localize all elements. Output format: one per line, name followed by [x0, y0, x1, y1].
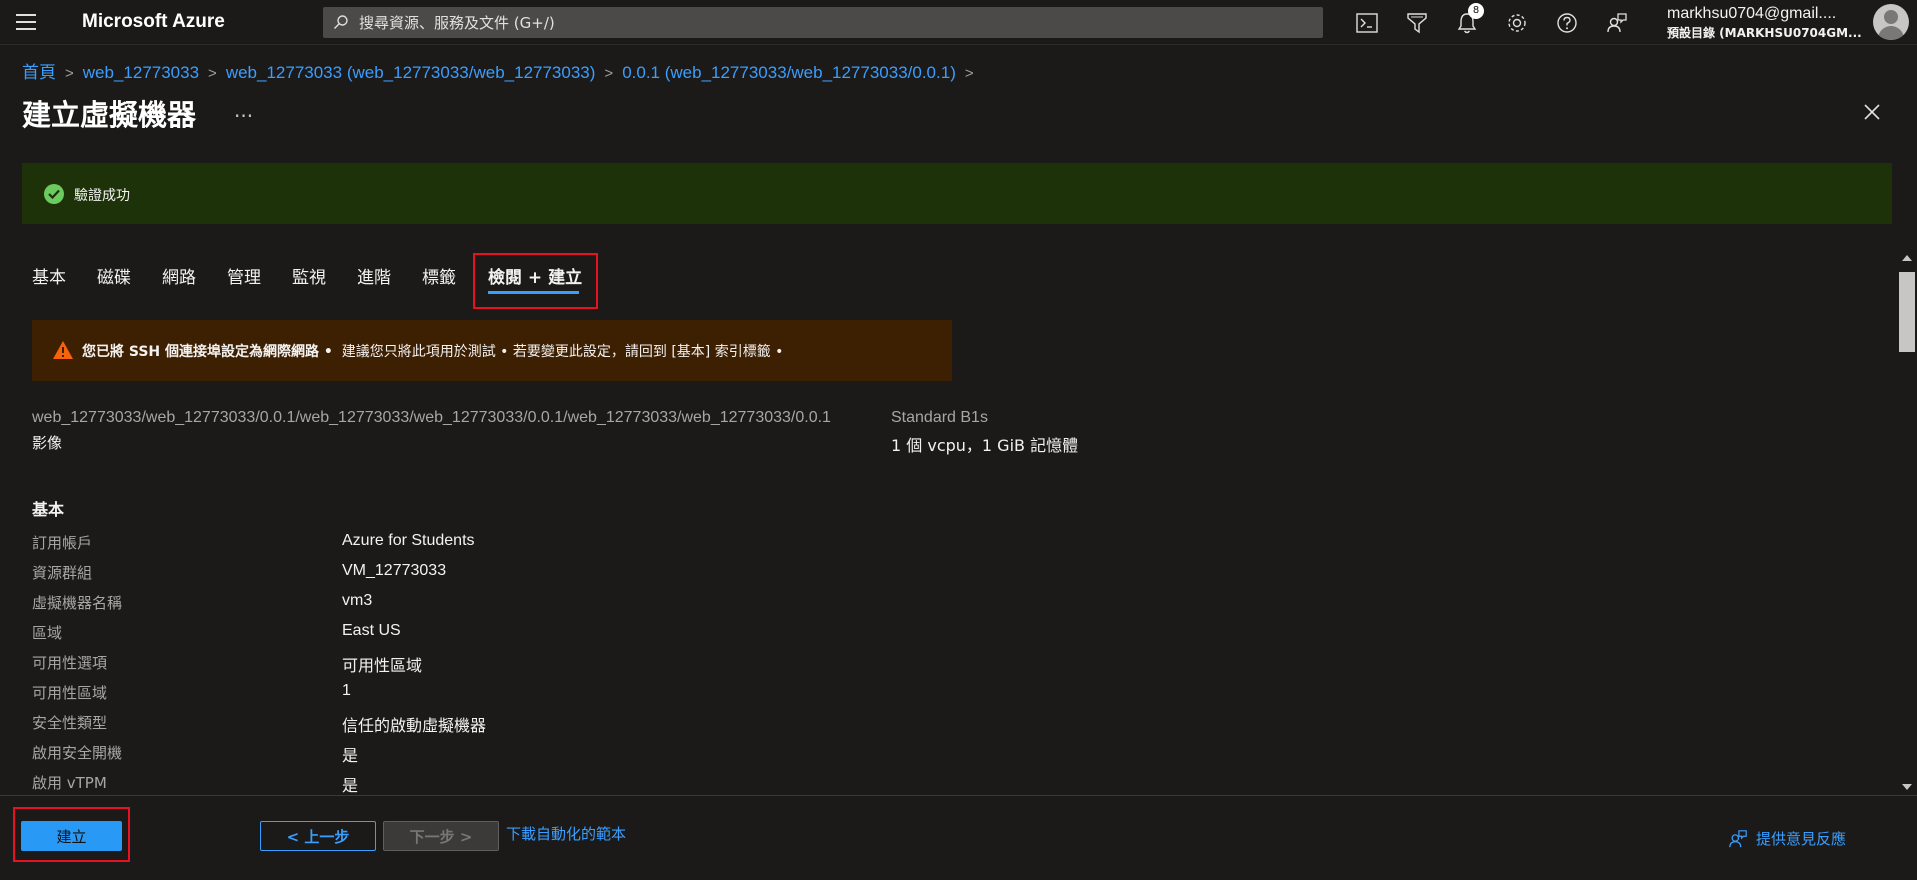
detail-key: 啟用 vTPM	[32, 774, 107, 792]
success-check-icon	[44, 184, 64, 204]
breadcrumb: 首頁 > web_12773033 > web_12773033 (web_127730…	[22, 58, 983, 83]
settings-gear-icon[interactable]	[1502, 8, 1532, 38]
detail-key: 可用性區域	[32, 684, 108, 702]
breadcrumb-item[interactable]: web_12773033 (web_12773033/web_12773033)	[226, 63, 596, 82]
vm-size-name: Standard B1s	[891, 409, 988, 426]
chevron-right-icon: >	[964, 65, 974, 82]
detail-row: 區域 East US	[32, 622, 1132, 652]
search-icon	[334, 15, 348, 29]
feedback-link[interactable]: 提供意見反應	[1728, 828, 1846, 849]
ssh-warning-banner: 您已將 SSH 個連接埠設定為網際網路 • 建議您只將此項用於測試 • 若要變更…	[32, 320, 952, 381]
vm-size-spec: 1 個 vcpu，1 GiB 記憶體	[891, 436, 1079, 455]
tab-networking[interactable]: 網路	[162, 263, 196, 288]
help-icon[interactable]	[1552, 8, 1582, 38]
detail-value: 是	[342, 778, 359, 795]
warning-icon	[53, 341, 73, 359]
detail-value: vm3	[342, 592, 373, 609]
tab-tags[interactable]: 標籤	[422, 263, 456, 288]
detail-value: Azure for Students	[342, 532, 475, 549]
notifications-bell-icon[interactable]: 8	[1452, 3, 1484, 38]
content-scrollbar[interactable]	[1897, 250, 1917, 795]
cloud-shell-icon[interactable]	[1352, 8, 1382, 38]
warning-text: 建議您只將此項用於測試 • 若要變更此設定，請回到 [基本] 索引標籤 •	[341, 344, 784, 360]
detail-key: 可用性選項	[32, 654, 108, 672]
tab-highlight-box	[473, 253, 598, 309]
detail-key: 區域	[32, 624, 63, 642]
create-button[interactable]: 建立	[21, 821, 122, 851]
detail-row: 可用性選項 可用性區域	[32, 652, 1132, 682]
detail-value: East US	[342, 622, 401, 639]
next-button: 下一步 >	[383, 821, 499, 851]
detail-row: 安全性類型 信任的啟動虛擬機器	[32, 712, 1132, 742]
validation-success-banner: 驗證成功	[22, 163, 1892, 224]
tab-basics[interactable]: 基本	[32, 263, 66, 288]
scroll-down-icon[interactable]	[1902, 784, 1912, 790]
tab-monitoring[interactable]: 監視	[292, 263, 326, 288]
top-bar: Microsoft Azure 8 markhsu0704@gmail.... …	[0, 0, 1917, 45]
detail-key: 訂用帳戶	[32, 534, 93, 552]
chevron-right-icon: >	[208, 65, 217, 82]
directory-filter-icon[interactable]	[1402, 8, 1432, 38]
detail-key: 安全性類型	[32, 714, 108, 732]
image-label: 影像	[32, 434, 63, 452]
breadcrumb-item[interactable]: 0.0.1 (web_12773033/web_12773033/0.0.1)	[622, 63, 956, 82]
detail-row: 訂用帳戶 Azure for Students	[32, 532, 1132, 562]
feedback-person-icon[interactable]	[1602, 8, 1632, 38]
brand-logo[interactable]: Microsoft Azure	[82, 11, 225, 33]
breadcrumb-item[interactable]: web_12773033	[83, 63, 199, 82]
breadcrumb-home[interactable]: 首頁	[22, 63, 56, 82]
detail-key: 啟用安全開機	[32, 744, 123, 762]
page-title: 建立虛擬機器	[22, 98, 197, 132]
detail-value: 1	[342, 682, 351, 699]
detail-row: 虛擬機器名稱 vm3	[32, 592, 1132, 622]
basics-details-list: 訂用帳戶 Azure for Students 資源群組 VM_12773033 虛…	[32, 532, 1132, 802]
detail-value: 信任的啟動虛擬機器	[342, 718, 487, 735]
previous-button[interactable]: < 上一步	[260, 821, 376, 851]
more-options-icon[interactable]: ...	[234, 98, 253, 122]
global-search[interactable]	[323, 7, 1323, 38]
account-menu[interactable]: markhsu0704@gmail.... 預設目錄 (MARKHSU0704G…	[1667, 5, 1867, 41]
chevron-right-icon: >	[65, 65, 74, 82]
detail-value: 是	[342, 748, 359, 765]
account-email: markhsu0704@gmail....	[1667, 5, 1837, 22]
search-input[interactable]	[359, 10, 1309, 35]
download-template-link[interactable]: 下載自動化的範本	[506, 823, 626, 844]
detail-value: VM_12773033	[342, 562, 447, 579]
detail-value: 可用性區域	[342, 658, 423, 675]
account-directory: 預設目錄 (MARKHSU0704GM...	[1667, 26, 1862, 40]
detail-row: 可用性區域 1	[32, 682, 1132, 712]
feedback-person-icon	[1729, 829, 1747, 847]
detail-row: 資源群組 VM_12773033	[32, 562, 1132, 592]
detail-key: 資源群組	[32, 564, 93, 582]
hamburger-menu-icon[interactable]	[16, 14, 36, 30]
scrollbar-thumb[interactable]	[1899, 272, 1915, 352]
tab-advanced[interactable]: 進階	[357, 263, 391, 288]
detail-row: 啟用安全開機 是	[32, 742, 1132, 772]
detail-key: 虛擬機器名稱	[32, 594, 123, 612]
scroll-up-icon[interactable]	[1902, 255, 1912, 261]
tab-disks[interactable]: 磁碟	[97, 263, 131, 288]
close-icon[interactable]	[1860, 100, 1884, 124]
tab-management[interactable]: 管理	[227, 263, 261, 288]
chevron-right-icon: >	[604, 65, 614, 82]
avatar[interactable]	[1873, 4, 1909, 40]
validation-message: 驗證成功	[74, 188, 130, 204]
feedback-label: 提供意見反應	[1756, 830, 1847, 848]
image-path: web_12773033/web_12773033/0.0.1/web_1277…	[32, 409, 831, 426]
notification-count-badge: 8	[1468, 3, 1484, 19]
section-title-basics: 基本	[32, 500, 65, 519]
warning-bold-text: 您已將 SSH 個連接埠設定為網際網路 •	[82, 344, 333, 360]
